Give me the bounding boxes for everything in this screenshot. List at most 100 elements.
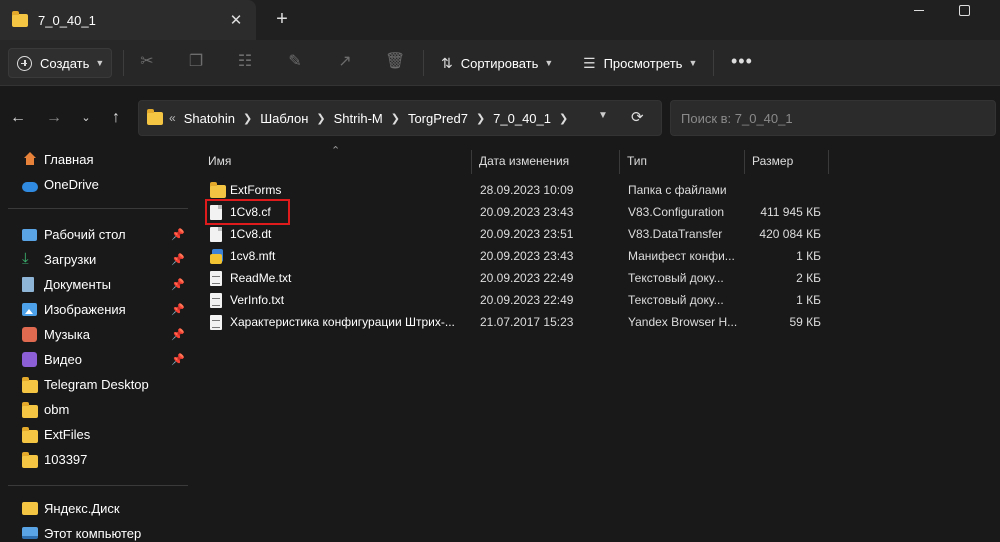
more-options-button[interactable]: ••• <box>731 52 753 70</box>
tab-title: 7_0_40_1 <box>38 12 96 28</box>
close-tab-icon[interactable]: ✕ <box>222 11 250 29</box>
sidebar-item-label: 103397 <box>44 452 88 467</box>
file-date: 20.09.2023 22:49 <box>480 271 574 285</box>
pictures-icon <box>22 303 37 316</box>
recent-locations-chevron-icon[interactable]: ⌄ <box>76 108 96 128</box>
minimize-button[interactable] <box>904 0 934 20</box>
column-header-date[interactable]: Дата изменения <box>471 152 619 176</box>
sidebar-item-extfiles[interactable]: ExtFiles <box>0 423 190 447</box>
chevron-right-icon[interactable]: ❯ <box>476 112 485 125</box>
breadcrumb-item[interactable]: TorgPred7 <box>408 111 468 126</box>
file-size: 411 945 КБ <box>760 205 821 219</box>
sidebar-item-obm[interactable]: obm <box>0 398 190 422</box>
sidebar-item-downloads[interactable]: ⤓ Загрузки 📌 <box>0 248 190 272</box>
chevron-right-icon[interactable]: ❯ <box>243 112 252 125</box>
sidebar-item-label: Этот компьютер <box>44 526 142 541</box>
cut-icon[interactable]: ✂ <box>137 52 157 72</box>
column-divider[interactable] <box>828 150 829 174</box>
toolbar-divider <box>123 50 124 76</box>
folder-icon <box>22 452 38 468</box>
address-bar[interactable]: « Shatohin ❯ Шаблон ❯ Shtrih-M ❯ TorgPre… <box>138 100 662 136</box>
chevron-right-icon[interactable]: ❯ <box>391 112 400 125</box>
sidebar-item-label: Загрузки <box>44 252 97 267</box>
search-input[interactable] <box>670 100 996 136</box>
rename-icon[interactable]: ✎ <box>285 52 305 72</box>
file-type: Текстовый доку... <box>628 293 724 307</box>
sidebar-item-music[interactable]: Музыка 📌 <box>0 323 190 347</box>
breadcrumb-item[interactable]: Шаблон <box>260 111 308 126</box>
music-icon <box>22 327 37 342</box>
back-arrow-icon[interactable]: ← <box>8 108 28 128</box>
column-header-name[interactable]: Имя <box>200 152 470 176</box>
sort-button[interactable]: ⇅ Сортировать ▼ <box>441 52 553 74</box>
file-date: 20.09.2023 23:43 <box>480 205 574 219</box>
plus-circle-icon <box>17 55 32 71</box>
pin-icon[interactable]: 📌 <box>171 303 185 316</box>
chevron-right-icon[interactable]: ❯ <box>559 112 568 125</box>
folder-icon <box>12 10 28 27</box>
sidebar-divider <box>8 485 188 486</box>
file-row[interactable]: ReadMe.txt 20.09.2023 22:49 Текстовый до… <box>200 268 830 290</box>
forward-arrow-icon[interactable]: → <box>44 108 64 128</box>
breadcrumb-overflow[interactable]: « <box>169 111 176 125</box>
sidebar-item-home[interactable]: Главная <box>0 148 190 172</box>
sidebar-item-video[interactable]: Видео 📌 <box>0 348 190 372</box>
breadcrumb-item[interactable]: Shatohin <box>184 111 235 126</box>
sidebar-item-documents[interactable]: Документы 📌 <box>0 273 190 297</box>
create-button[interactable]: Создать ▼ <box>8 48 112 78</box>
file-date: 21.07.2017 15:23 <box>480 315 574 329</box>
file-row[interactable]: ExtForms 28.09.2023 10:09 Папка с файлам… <box>200 180 830 202</box>
sidebar-item-label: ExtFiles <box>44 427 91 442</box>
delete-icon[interactable]: 🗑 <box>385 52 405 72</box>
refresh-icon[interactable]: ⟳ <box>631 108 644 126</box>
copy-icon[interactable]: ❐ <box>186 52 206 72</box>
file-size: 420 084 КБ <box>759 227 821 241</box>
pin-icon[interactable]: 📌 <box>171 278 185 291</box>
view-button[interactable]: ☰ Просмотреть ▼ <box>583 52 697 74</box>
file-type: Текстовый доку... <box>628 271 724 285</box>
sidebar-item-telegram-desktop[interactable]: Telegram Desktop <box>0 373 190 397</box>
share-icon[interactable]: ↗ <box>335 52 355 72</box>
pin-icon[interactable]: 📌 <box>171 228 185 241</box>
pin-icon[interactable]: 📌 <box>171 253 185 266</box>
highlight-box <box>205 199 290 225</box>
file-row[interactable]: 1Cv8.dt 20.09.2023 23:51 V83.DataTransfe… <box>200 224 830 246</box>
tab-current-folder[interactable]: 7_0_40_1 ✕ <box>0 0 256 40</box>
up-arrow-icon[interactable]: ↑ <box>106 108 126 128</box>
file-name: 1cv8.mft <box>230 249 276 263</box>
file-name: ReadMe.txt <box>230 271 292 285</box>
navigation-pane: Главная OneDrive Рабочий стол 📌 ⤓ Загруз… <box>0 144 190 542</box>
breadcrumb-item[interactable]: Shtrih-M <box>334 111 383 126</box>
video-icon <box>22 352 37 367</box>
file-row[interactable]: VerInfo.txt 20.09.2023 22:49 Текстовый д… <box>200 290 830 312</box>
address-dropdown-icon[interactable]: ▼ <box>598 110 608 121</box>
sidebar-item-label: Telegram Desktop <box>44 377 149 392</box>
pin-icon[interactable]: 📌 <box>171 328 185 341</box>
sidebar-item-label: Видео <box>44 352 82 367</box>
sidebar-item-desktop[interactable]: Рабочий стол 📌 <box>0 223 190 247</box>
desktop-icon <box>22 229 37 241</box>
file-row[interactable]: 1cv8.mft 20.09.2023 23:43 Манифест конфи… <box>200 246 830 268</box>
file-row[interactable]: Характеристика конфигурации Штрих-... 21… <box>200 312 830 334</box>
file-type: Папка с файлами <box>628 183 727 197</box>
file-size: 1 КБ <box>796 249 821 263</box>
pin-icon[interactable]: 📌 <box>171 353 185 366</box>
sidebar-item-yandex-disk[interactable]: Яндекс.Диск <box>0 497 190 521</box>
file-name: Характеристика конфигурации Штрих-... <box>230 315 455 329</box>
chevron-right-icon[interactable]: ❯ <box>316 112 325 125</box>
chevron-down-icon: ▼ <box>688 58 698 68</box>
sidebar-item-103397[interactable]: 103397 <box>0 448 190 472</box>
paste-icon[interactable]: ☷ <box>235 52 255 72</box>
sort-icon: ⇅ <box>441 54 453 71</box>
sidebar-item-this-pc[interactable]: Этот компьютер <box>0 522 190 542</box>
sidebar-item-onedrive[interactable]: OneDrive <box>0 173 190 197</box>
sidebar-item-label: Рабочий стол <box>44 227 126 242</box>
new-tab-button[interactable]: + <box>268 6 296 34</box>
sidebar-item-pictures[interactable]: Изображения 📌 <box>0 298 190 322</box>
file-row[interactable]: 1Cv8.cf 20.09.2023 23:43 V83.Configurati… <box>200 202 830 224</box>
maximize-button[interactable] <box>956 2 972 18</box>
breadcrumb-item[interactable]: 7_0_40_1 <box>493 111 551 126</box>
file-type: Yandex Browser H... <box>628 315 738 329</box>
column-header-size[interactable]: Размер <box>744 152 828 176</box>
column-header-type[interactable]: Тип <box>619 152 744 176</box>
